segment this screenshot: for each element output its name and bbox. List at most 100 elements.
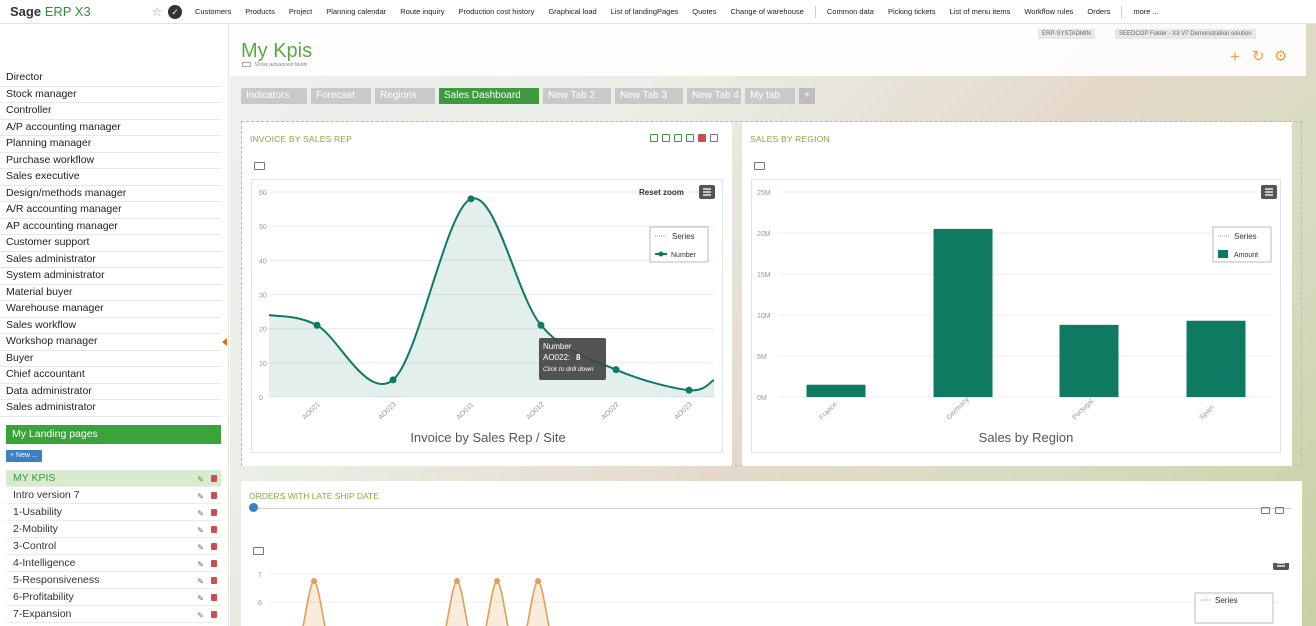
edit-pencil-icon[interactable]: ✎: [197, 608, 204, 624]
tab-sales-dashboard[interactable]: Sales Dashboard: [439, 88, 539, 104]
role-item[interactable]: Planning manager: [0, 136, 221, 153]
role-item[interactable]: Sales executive: [0, 169, 221, 186]
favorite-star-icon[interactable]: ☆: [148, 5, 166, 19]
role-item[interactable]: Buyer: [0, 351, 221, 367]
settings-icon[interactable]: [710, 134, 718, 142]
user-chip[interactable]: ERP-SYSTADMIN: [1038, 29, 1095, 39]
landing-page-item[interactable]: 2-Mobility ✎: [6, 521, 221, 538]
edit-pencil-icon[interactable]: ✎: [197, 557, 204, 573]
role-item[interactable]: Controller: [0, 103, 221, 120]
bar[interactable]: [806, 384, 866, 397]
top-menu-item[interactable]: more ...: [1126, 7, 1165, 16]
data-point[interactable]: [535, 578, 541, 584]
trash-icon[interactable]: [211, 543, 217, 550]
tab-regions[interactable]: Regions: [375, 88, 435, 104]
collapse-circle-icon[interactable]: [249, 503, 258, 512]
role-item[interactable]: A/P accounting manager: [0, 120, 221, 136]
role-item[interactable]: Sales workflow: [0, 318, 221, 334]
data-point[interactable]: [537, 321, 545, 329]
trash-icon[interactable]: [211, 594, 217, 601]
tab-add[interactable]: +: [799, 88, 815, 104]
data-point[interactable]: [389, 376, 397, 384]
sidebar-collapse-icon[interactable]: [222, 338, 227, 346]
settings-gear-icon[interactable]: ⚙: [1274, 48, 1287, 65]
top-menu-item[interactable]: Route inquiry: [393, 7, 451, 16]
edit-pencil-icon[interactable]: ✎: [197, 574, 204, 590]
top-menu-item[interactable]: Common data: [820, 7, 881, 16]
data-point[interactable]: [685, 386, 693, 394]
landing-page-item[interactable]: 3-Control ✎: [6, 538, 221, 555]
app-logo[interactable]: Sage ERP X3: [0, 4, 150, 19]
role-item[interactable]: Stock manager: [0, 87, 221, 103]
bar[interactable]: [933, 228, 993, 397]
copy-icon[interactable]: [686, 134, 694, 142]
refresh-panel-icon[interactable]: [674, 134, 682, 142]
legend-item[interactable]: Amount: [1234, 252, 1258, 259]
show-advanced-fields-link[interactable]: Show advanced fields: [242, 62, 308, 68]
role-item[interactable]: A/R accounting manager: [0, 202, 221, 219]
add-icon[interactable]: +: [1230, 48, 1240, 65]
edit-pencil-icon[interactable]: ✎: [197, 506, 204, 522]
landing-page-item[interactable]: Intro version 7 ✎: [6, 487, 221, 504]
data-point[interactable]: [311, 578, 317, 584]
role-item[interactable]: Data administrator: [0, 384, 221, 400]
new-landing-page-button[interactable]: + New ...: [6, 450, 42, 462]
edit-pencil-icon[interactable]: ✎: [197, 540, 204, 556]
role-item[interactable]: Sales administrator: [0, 252, 221, 268]
chart-options-icon[interactable]: [754, 162, 765, 170]
check-icon[interactable]: ✓: [168, 4, 182, 19]
trash-icon[interactable]: [211, 475, 217, 482]
folder-chip[interactable]: SEEDCOP Folder - X3 V7 Demonstration sol…: [1115, 29, 1256, 39]
data-point[interactable]: [494, 578, 500, 584]
role-item[interactable]: Purchase workflow: [0, 153, 221, 169]
role-item[interactable]: Customer support: [0, 235, 221, 252]
top-menu-item[interactable]: List of landingPages: [604, 7, 686, 16]
landing-page-item[interactable]: 1-Usability ✎: [6, 504, 221, 521]
export-icon[interactable]: [1261, 507, 1270, 514]
top-menu-item[interactable]: Products: [238, 7, 282, 16]
settings-icon[interactable]: [1275, 507, 1284, 514]
refresh-icon[interactable]: ↻: [1252, 48, 1265, 65]
role-item[interactable]: Material buyer: [0, 285, 221, 301]
top-menu-item[interactable]: Workflow rules: [1017, 7, 1080, 16]
role-item[interactable]: System administrator: [0, 268, 221, 285]
tab-new-tab-3[interactable]: New Tab 3: [615, 88, 683, 104]
trash-icon[interactable]: [211, 492, 217, 499]
trash-icon[interactable]: [211, 526, 217, 533]
data-point[interactable]: [612, 366, 620, 374]
chart-options-icon[interactable]: [253, 547, 264, 555]
delete-icon[interactable]: [698, 134, 706, 142]
edit-pencil-icon[interactable]: ✎: [197, 591, 204, 607]
top-menu-item[interactable]: Planning calendar: [319, 7, 393, 16]
role-item[interactable]: Workshop manager: [0, 334, 221, 351]
tab-new-tab-2[interactable]: New Tab 2: [543, 88, 611, 104]
bar[interactable]: [1059, 324, 1119, 397]
tab-new-tab-4[interactable]: New Tab 4: [687, 88, 741, 104]
role-item[interactable]: Design/methods manager: [0, 186, 221, 202]
trash-icon[interactable]: [211, 611, 217, 618]
edit-pencil-icon[interactable]: ✎: [197, 472, 204, 488]
role-item[interactable]: Sales administrator: [0, 400, 221, 417]
landing-page-item[interactable]: 4-Intelligence ✎: [6, 555, 221, 572]
data-point[interactable]: [313, 321, 321, 329]
top-menu-item[interactable]: Orders: [1080, 7, 1117, 16]
top-menu-item[interactable]: Change of warehouse: [723, 7, 810, 16]
tab-forecast[interactable]: Forecast: [311, 88, 371, 104]
top-menu-item[interactable]: Quotes: [685, 7, 723, 16]
trash-icon[interactable]: [211, 509, 217, 516]
role-item[interactable]: Warehouse manager: [0, 301, 221, 318]
trash-icon[interactable]: [211, 560, 217, 567]
legend-item[interactable]: Number: [671, 252, 697, 259]
role-item[interactable]: Director: [0, 70, 221, 87]
chart-options-icon[interactable]: [254, 162, 265, 170]
export-icon[interactable]: [650, 134, 658, 142]
edit-icon[interactable]: [662, 134, 670, 142]
trash-icon[interactable]: [211, 577, 217, 584]
top-menu-item[interactable]: Customers: [188, 7, 238, 16]
landing-page-item[interactable]: 5-Responsiveness ✎: [6, 572, 221, 589]
data-point[interactable]: [467, 195, 475, 203]
role-item[interactable]: Chief accountant: [0, 367, 221, 384]
edit-pencil-icon[interactable]: ✎: [197, 523, 204, 539]
edit-pencil-icon[interactable]: ✎: [197, 489, 204, 505]
bar[interactable]: [1186, 320, 1246, 397]
